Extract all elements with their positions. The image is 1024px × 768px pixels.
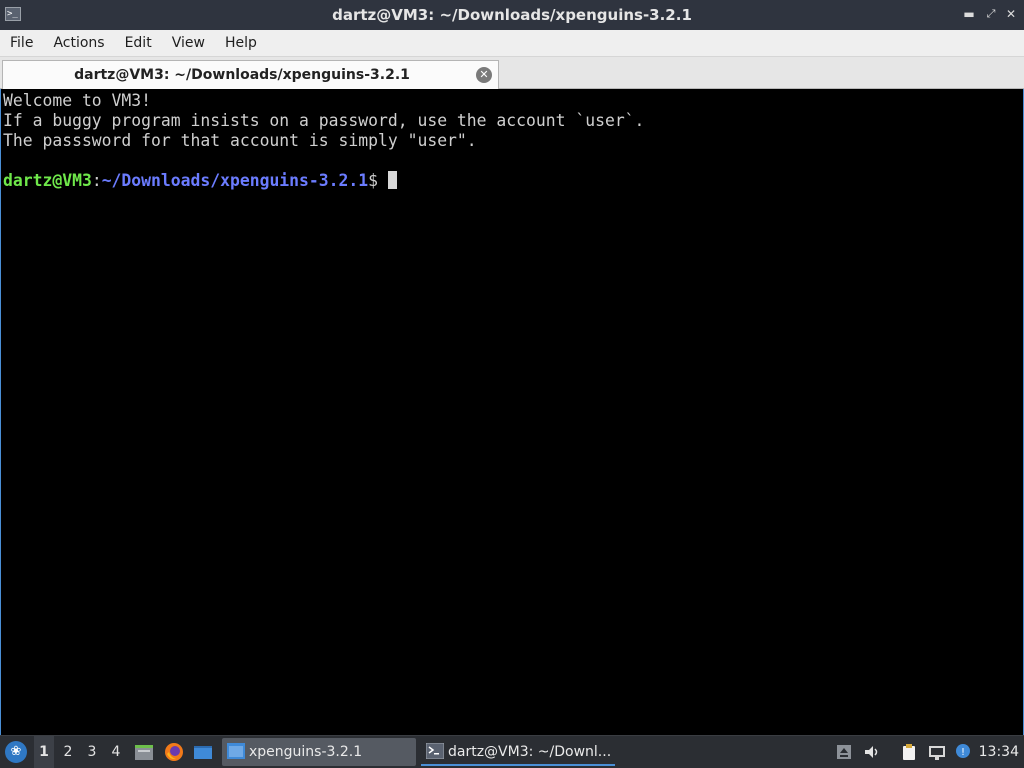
file-manager-icon[interactable] — [134, 742, 154, 762]
window-titlebar[interactable]: >_ dartz@VM3: ~/Downloads/xpenguins-3.2.… — [0, 0, 1024, 30]
menu-help[interactable]: Help — [215, 30, 267, 56]
menu-actions[interactable]: Actions — [43, 30, 114, 56]
prompt-user-host: dartz@VM3 — [3, 171, 92, 190]
text-cursor — [388, 171, 397, 189]
tab-label: dartz@VM3: ~/Downloads/xpenguins-3.2.1 — [74, 67, 410, 83]
terminal-line: The passsword for that account is simply… — [3, 131, 477, 150]
workspace-2[interactable]: 2 — [58, 736, 78, 768]
prompt-separator: : — [91, 171, 102, 190]
terminal-area[interactable]: Welcome to VM3! If a buggy program insis… — [0, 89, 1024, 735]
clock[interactable]: 13:34 — [979, 736, 1019, 768]
firefox-icon[interactable] — [164, 742, 184, 762]
terminal-icon — [425, 742, 445, 760]
start-menu-icon[interactable]: ❀ — [5, 741, 27, 763]
menu-edit[interactable]: Edit — [115, 30, 162, 56]
clipboard-icon[interactable] — [900, 743, 918, 761]
menu-bar: File Actions Edit View Help — [0, 30, 1024, 57]
task-label: xpenguins-3.2.1 — [249, 744, 363, 760]
terminal-line: Welcome to VM3! — [3, 91, 152, 110]
terminal-tab[interactable]: dartz@VM3: ~/Downloads/xpenguins-3.2.1 ✕ — [2, 60, 499, 90]
desktop-icon[interactable] — [193, 742, 213, 762]
minimize-icon[interactable]: ▬ — [962, 7, 976, 21]
tab-bar: dartz@VM3: ~/Downloads/xpenguins-3.2.1 ✕ — [0, 57, 1024, 90]
taskbar-task-terminal[interactable]: dartz@VM3: ~/Downl... — [421, 738, 615, 766]
workspace-1[interactable]: 1 — [34, 736, 54, 768]
close-icon[interactable]: ✕ — [1004, 7, 1018, 21]
prompt-path: ~/Downloads/xpenguins-3.2.1 — [101, 171, 369, 190]
task-label: dartz@VM3: ~/Downl... — [448, 744, 612, 760]
terminal-prompt: dartz@VM3:~/Downloads/xpenguins-3.2.1$ — [3, 171, 1023, 191]
taskbar-task-xpenguins[interactable]: xpenguins-3.2.1 — [222, 738, 416, 766]
close-icon[interactable]: ✕ — [476, 67, 492, 83]
workspace-4[interactable]: 4 — [106, 736, 126, 768]
folder-window-icon — [227, 743, 245, 759]
workspace-3[interactable]: 3 — [82, 736, 102, 768]
volume-icon[interactable] — [863, 743, 881, 761]
network-icon[interactable] — [928, 743, 946, 761]
taskbar: ❀ 1 2 3 4 xpenguins-3.2.1 dartz@VM3: ~/D… — [0, 735, 1024, 768]
menu-file[interactable]: File — [0, 30, 43, 56]
removable-media-icon[interactable] — [835, 743, 853, 761]
window-title: dartz@VM3: ~/Downloads/xpenguins-3.2.1 — [332, 6, 692, 24]
maximize-icon[interactable]: ⤢ — [984, 7, 998, 21]
prompt-symbol: $ — [368, 171, 378, 190]
svg-text:!: ! — [961, 747, 965, 758]
notification-icon[interactable]: ! — [955, 743, 973, 761]
menu-view[interactable]: View — [162, 30, 215, 56]
terminal-line: If a buggy program insists on a password… — [3, 111, 645, 130]
